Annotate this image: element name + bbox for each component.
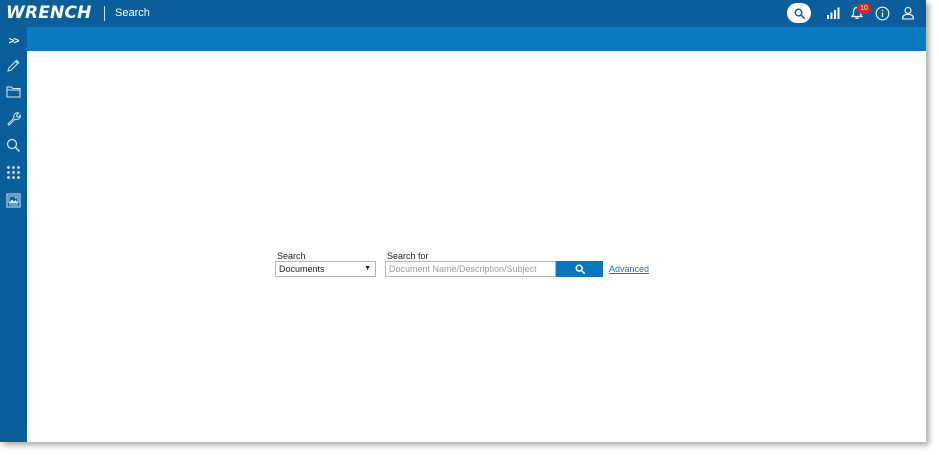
user-icon: [901, 6, 915, 20]
search-type-select[interactable]: Documents ▼: [275, 261, 376, 277]
sidebar-item-tools[interactable]: [0, 107, 27, 129]
sidebar-item-folders[interactable]: [0, 80, 27, 102]
notification-badge: 10: [857, 3, 871, 14]
search-type-label: Search: [277, 251, 306, 261]
info-button[interactable]: [874, 5, 890, 21]
sidebar-expand-toggle[interactable]: >>: [0, 30, 27, 52]
search-icon: [794, 8, 805, 19]
app-window: WRENCH Search 10 >> Search Documents ▼ S…: [0, 0, 926, 442]
activity-button[interactable]: [825, 5, 841, 21]
sidebar-item-gallery[interactable]: [0, 189, 27, 211]
search-submit-button[interactable]: [556, 261, 603, 277]
user-profile-button[interactable]: [900, 5, 916, 21]
sidebar-item-apps[interactable]: [0, 161, 27, 183]
sub-header-bar: [27, 27, 926, 51]
search-icon: [6, 138, 20, 152]
top-header: WRENCH Search 10: [0, 0, 926, 27]
sidebar-item-search[interactable]: [0, 134, 27, 156]
wrench-icon: [7, 111, 21, 126]
sidebar: >>: [0, 27, 27, 442]
pencil-icon: [7, 59, 20, 72]
info-icon: [875, 6, 889, 20]
search-for-input[interactable]: [385, 261, 556, 277]
apps-grid-icon: [7, 165, 20, 179]
global-search-button[interactable]: [787, 3, 811, 23]
folder-icon: [6, 86, 21, 97]
search-for-label: Search for: [387, 251, 429, 261]
search-type-value: Documents: [279, 264, 325, 274]
advanced-search-link[interactable]: Advanced: [609, 264, 649, 274]
search-icon: [575, 264, 585, 274]
app-logo[interactable]: WRENCH: [6, 2, 92, 24]
signal-bars-icon: [826, 7, 839, 19]
module-title: Search: [115, 7, 150, 19]
header-separator: [104, 6, 105, 21]
sidebar-item-edit[interactable]: [0, 54, 27, 76]
dropdown-arrow-icon: ▼: [364, 265, 371, 272]
image-gallery-icon: [6, 193, 21, 207]
